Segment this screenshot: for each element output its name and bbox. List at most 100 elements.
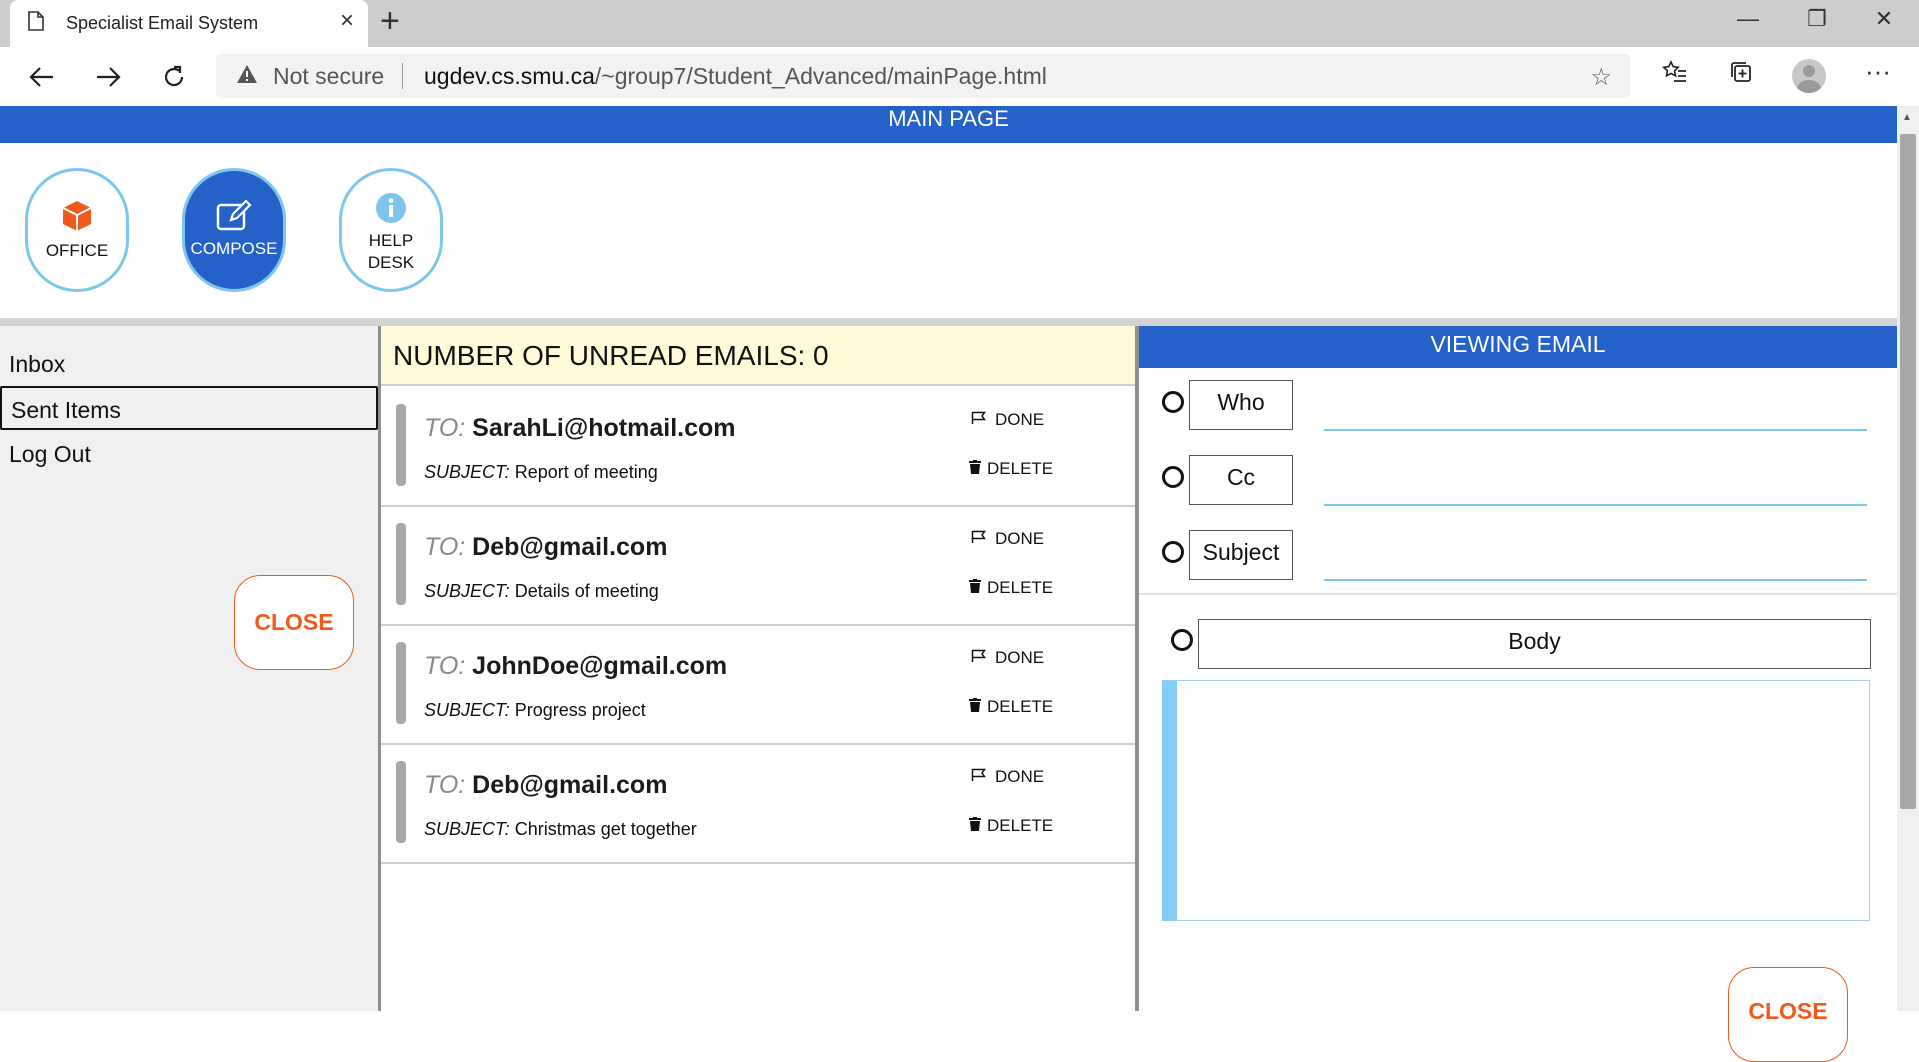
done-button[interactable]: DONE	[971, 410, 1044, 430]
browser-toolbar: Not secure ugdev.cs.smu.ca/~group7/Stude…	[0, 47, 1919, 107]
delete-label: DELETE	[987, 816, 1054, 835]
email-recipient: SarahLi@hotmail.com	[472, 414, 736, 442]
tab-close-icon[interactable]: ×	[340, 7, 354, 35]
delete-button[interactable]: DELETE	[969, 578, 1053, 598]
email-row-marker	[396, 404, 406, 486]
email-row-marker	[396, 642, 406, 724]
subject-field-label: Subject	[1189, 530, 1293, 580]
delete-label: DELETE	[987, 697, 1054, 716]
trash-icon	[969, 816, 981, 836]
subject-radio[interactable]	[1162, 541, 1184, 563]
email-subject: Christmas get together	[514, 819, 697, 839]
viewer-divider	[1139, 593, 1897, 595]
delete-button[interactable]: DELETE	[969, 697, 1053, 717]
cc-radio[interactable]	[1162, 466, 1184, 488]
more-icon[interactable]: ···	[1858, 56, 1898, 87]
restore-button[interactable]: ❐	[1797, 6, 1837, 32]
cc-label: Cc	[1189, 455, 1293, 505]
collections-icon[interactable]	[1721, 59, 1761, 92]
trash-icon	[969, 459, 981, 479]
office-cube-icon	[59, 198, 95, 240]
done-label: DONE	[995, 410, 1045, 429]
email-row[interactable]: TO: Deb@gmail.com SUBJECT: Details of me…	[381, 507, 1135, 626]
sidebar-item-inbox[interactable]: Inbox	[0, 342, 372, 386]
viewing-email-header: VIEWING EMAIL	[1139, 326, 1897, 368]
sidebar-item-log-out[interactable]: Log Out	[0, 432, 372, 476]
scroll-up-icon[interactable]: ▲	[1902, 112, 1912, 123]
flag-icon	[971, 410, 987, 430]
subject-label: SUBJECT:	[424, 462, 510, 482]
help-label-line2: DESK	[367, 253, 415, 272]
tab-title: Specialist Email System	[66, 13, 259, 33]
to-label: TO:	[424, 652, 466, 680]
edit-icon	[215, 199, 253, 238]
sidebar-item-sent-items[interactable]: Sent Items	[0, 386, 378, 430]
sidebar-close-button[interactable]: CLOSE	[234, 575, 354, 670]
star-icon[interactable]: ☆	[1590, 63, 1612, 92]
security-status[interactable]: Not secure	[273, 63, 384, 90]
to-label: TO:	[424, 771, 466, 799]
favorites-icon[interactable]	[1655, 59, 1695, 92]
delete-button[interactable]: DELETE	[969, 816, 1053, 836]
subject-label: SUBJECT:	[424, 700, 510, 720]
flag-icon	[971, 767, 987, 787]
window-close-button[interactable]: ✕	[1864, 6, 1904, 32]
viewer-close-button[interactable]: CLOSE	[1728, 967, 1848, 1062]
warning-icon	[236, 64, 258, 89]
delete-button[interactable]: DELETE	[969, 459, 1053, 479]
info-icon	[375, 192, 407, 230]
office-button[interactable]: OFFICE	[25, 168, 129, 292]
minimize-button[interactable]: —	[1728, 6, 1768, 32]
email-row-marker	[396, 523, 406, 605]
email-row[interactable]: TO: SarahLi@hotmail.com SUBJECT: Report …	[381, 388, 1135, 507]
browser-tabstrip: Specialist Email System × + — ❐ ✕	[0, 0, 1919, 47]
forward-icon[interactable]	[88, 47, 128, 106]
email-row[interactable]: TO: JohnDoe@gmail.com SUBJECT: Progress …	[381, 626, 1135, 745]
new-tab-button[interactable]: +	[380, 2, 400, 41]
profile-avatar[interactable]	[1792, 59, 1826, 93]
body-textarea[interactable]	[1162, 680, 1870, 921]
url-text[interactable]: ugdev.cs.smu.ca/~group7/Student_Advanced…	[424, 63, 1047, 90]
delete-label: DELETE	[987, 459, 1054, 478]
section-divider	[0, 318, 1897, 326]
url-path: /~group7/Student_Advanced/mainPage.html	[594, 63, 1047, 89]
scrollbar-thumb[interactable]	[1900, 134, 1916, 809]
email-recipient: Deb@gmail.com	[472, 771, 668, 799]
done-button[interactable]: DONE	[971, 767, 1044, 787]
subject-label: SUBJECT:	[424, 581, 510, 601]
subject-label: SUBJECT:	[424, 819, 510, 839]
body-radio[interactable]	[1171, 629, 1193, 651]
address-separator	[402, 63, 403, 89]
email-row-marker	[396, 761, 406, 843]
cc-field[interactable]	[1324, 504, 1867, 506]
email-subject: Progress project	[514, 700, 646, 720]
browser-tab[interactable]: Specialist Email System ×	[10, 0, 368, 47]
who-label: Who	[1189, 380, 1293, 430]
email-recipient: Deb@gmail.com	[472, 533, 668, 561]
help-desk-button[interactable]: HELP DESK	[339, 168, 443, 292]
done-button[interactable]: DONE	[971, 529, 1044, 549]
email-list-panel: NUMBER OF UNREAD EMAILS: 0 TO: SarahLi@h…	[381, 326, 1139, 1011]
done-label: DONE	[995, 529, 1045, 548]
email-subject: Report of meeting	[514, 462, 658, 482]
page-scrollbar[interactable]: ▲	[1897, 106, 1919, 1011]
to-label: TO:	[424, 533, 466, 561]
flag-icon	[971, 648, 987, 668]
to-label: TO:	[424, 414, 466, 442]
office-label: OFFICE	[45, 241, 109, 260]
who-radio[interactable]	[1162, 391, 1184, 413]
sidebar: Inbox Sent Items Log Out CLOSE	[0, 326, 381, 1011]
subject-field[interactable]	[1324, 579, 1867, 581]
email-row[interactable]: TO: Deb@gmail.com SUBJECT: Christmas get…	[381, 745, 1135, 864]
back-icon[interactable]	[22, 47, 62, 106]
refresh-icon[interactable]	[154, 47, 194, 106]
delete-label: DELETE	[987, 578, 1054, 597]
email-subject: Details of meeting	[514, 581, 659, 601]
done-button[interactable]: DONE	[971, 648, 1044, 668]
address-bar[interactable]: Not secure ugdev.cs.smu.ca/~group7/Stude…	[216, 54, 1630, 98]
done-label: DONE	[995, 648, 1045, 667]
page-icon	[28, 11, 44, 36]
who-field[interactable]	[1324, 429, 1867, 431]
done-label: DONE	[995, 767, 1045, 786]
compose-button[interactable]: COMPOSE	[182, 168, 286, 292]
